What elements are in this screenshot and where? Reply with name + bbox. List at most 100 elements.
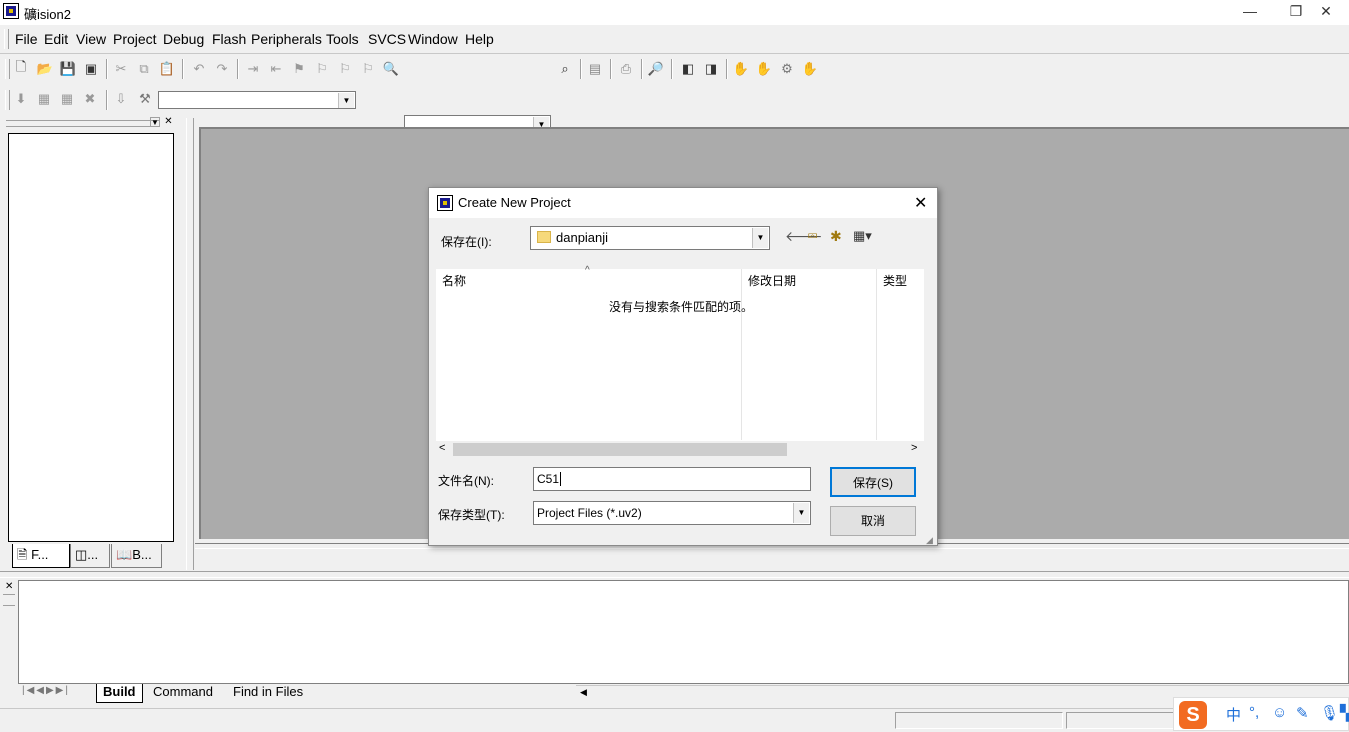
tab-scroll-arrows[interactable]: |◀◀▶▶| bbox=[22, 685, 92, 701]
menu-peripherals[interactable]: Peripherals bbox=[251, 31, 322, 47]
tab-books[interactable]: 📖B... bbox=[111, 544, 162, 568]
panel-menu-icon[interactable]: ▼ bbox=[150, 117, 160, 127]
menu-debug[interactable]: Debug bbox=[163, 31, 204, 47]
indent-icon[interactable]: ⇥ bbox=[243, 59, 263, 79]
bookmark-next-icon[interactable]: ⚐ bbox=[335, 59, 355, 79]
scrollbar-thumb[interactable] bbox=[453, 443, 787, 456]
chevron-down-icon[interactable]: ▼ bbox=[752, 228, 768, 248]
tab-files[interactable]: 🗎 F... bbox=[12, 544, 70, 568]
minimize-button[interactable]: — bbox=[1227, 0, 1273, 25]
load-icon[interactable]: ⇩ bbox=[111, 89, 131, 109]
resize-grip-icon[interactable]: ◢ bbox=[926, 535, 933, 546]
tab-regs[interactable]: ◫... bbox=[70, 544, 110, 568]
stop-build-icon[interactable]: ✖ bbox=[80, 89, 100, 109]
menu-flash[interactable]: Flash bbox=[212, 31, 246, 47]
scroll-left-icon[interactable]: ◀ bbox=[580, 687, 587, 698]
cut-icon[interactable]: ✂ bbox=[111, 59, 131, 79]
horizontal-splitter[interactable] bbox=[0, 571, 1349, 578]
voice-input-icon[interactable]: 🎙 bbox=[1320, 704, 1339, 722]
menu-grip[interactable] bbox=[4, 29, 9, 49]
output-grip[interactable] bbox=[3, 594, 15, 606]
menu-view[interactable]: View bbox=[76, 31, 106, 47]
stop-hand-icon[interactable]: ✋ bbox=[754, 59, 774, 79]
tab-command[interactable]: Command bbox=[145, 684, 221, 702]
new-file-icon[interactable]: 🗋 bbox=[11, 59, 31, 79]
folder-icon bbox=[537, 231, 551, 243]
save-icon[interactable]: 💾 bbox=[58, 59, 78, 79]
menu-edit[interactable]: Edit bbox=[44, 31, 68, 47]
paste-icon[interactable]: 📋 bbox=[157, 59, 177, 79]
incremental-find-icon[interactable]: ▤ bbox=[585, 59, 605, 79]
output-window-icon[interactable]: ◨ bbox=[701, 59, 721, 79]
bookmark-prev-icon[interactable]: ⚐ bbox=[312, 59, 332, 79]
sogou-logo-icon[interactable]: S bbox=[1179, 701, 1207, 729]
dialog-close-icon[interactable]: ✕ bbox=[914, 193, 927, 213]
copy-icon[interactable]: ⧉ bbox=[134, 59, 154, 79]
redo-icon[interactable]: ↷ bbox=[212, 59, 232, 79]
scroll-left-icon[interactable]: < bbox=[439, 442, 445, 454]
file-icon: 🗎 bbox=[17, 547, 28, 562]
panel-close-icon[interactable]: ✕ bbox=[163, 117, 174, 128]
menu-tools[interactable]: Tools bbox=[326, 31, 359, 47]
config-hand-icon[interactable]: ⚙ bbox=[777, 59, 797, 79]
hand-icon[interactable]: ✋ bbox=[731, 59, 751, 79]
tab-find-in-files[interactable]: Find in Files bbox=[225, 684, 311, 702]
emoji-icon[interactable]: ☺ bbox=[1272, 704, 1287, 721]
bookmark-clear-icon[interactable]: ⚐ bbox=[358, 59, 378, 79]
cancel-button[interactable]: 取消 bbox=[830, 506, 916, 536]
hand-tool-icon[interactable]: ✋ bbox=[800, 59, 820, 79]
chevron-down-icon[interactable]: ▼ bbox=[338, 93, 354, 108]
output-close-icon[interactable]: ✕ bbox=[5, 581, 13, 592]
column-divider bbox=[741, 269, 742, 440]
separator bbox=[237, 59, 239, 79]
menu-project[interactable]: Project bbox=[113, 31, 157, 47]
panel-drag-handle[interactable] bbox=[6, 120, 159, 127]
target-combo[interactable]: ▼ bbox=[158, 91, 356, 109]
unindent-icon[interactable]: ⇤ bbox=[266, 59, 286, 79]
status-panel bbox=[895, 712, 1063, 729]
up-folder-icon[interactable]: ⮹ bbox=[807, 228, 818, 245]
tab-build[interactable]: Build bbox=[96, 684, 143, 703]
output-text-area[interactable] bbox=[18, 580, 1349, 684]
menu-svcs[interactable]: SVCS bbox=[368, 31, 406, 47]
view-menu-icon[interactable]: ▦▾ bbox=[853, 228, 872, 244]
toolbar-grip[interactable] bbox=[5, 90, 10, 110]
column-header-type[interactable]: 类型 bbox=[877, 269, 924, 293]
save-all-icon[interactable]: ▣ bbox=[81, 59, 101, 79]
save-in-combo[interactable]: danpianji ▼ bbox=[530, 226, 770, 250]
file-list[interactable]: 名称 ^ 修改日期 类型 没有与搜索条件匹配的项。 bbox=[436, 265, 924, 442]
toolbar-grip[interactable] bbox=[5, 59, 10, 79]
chevron-down-icon[interactable]: ▼ bbox=[793, 503, 809, 523]
handwriting-icon[interactable]: ✎ bbox=[1296, 704, 1309, 722]
ime-language-toggle[interactable]: 中 bbox=[1226, 704, 1241, 725]
translate-icon[interactable]: ⬇ bbox=[11, 89, 31, 109]
undo-icon[interactable]: ↶ bbox=[189, 59, 209, 79]
dialog-title-bar[interactable]: Create New Project ✕ bbox=[429, 188, 937, 218]
vertical-splitter[interactable] bbox=[186, 118, 194, 570]
app-icon[interactable] bbox=[3, 3, 19, 19]
binoculars-icon[interactable]: ⌕ bbox=[555, 59, 575, 79]
save-button[interactable]: 保存(S) bbox=[830, 467, 916, 497]
bookmark-toggle-icon[interactable]: ⚑ bbox=[289, 59, 309, 79]
filename-input[interactable]: C51 bbox=[533, 467, 811, 491]
find-in-files-icon[interactable]: 🔍 bbox=[381, 59, 401, 79]
build-target-icon[interactable]: ▦ bbox=[34, 89, 54, 109]
ime-punctuation-toggle[interactable]: °, bbox=[1249, 704, 1259, 721]
print-icon[interactable]: ⎙ bbox=[616, 59, 636, 79]
project-tree[interactable] bbox=[8, 133, 174, 542]
new-folder-icon[interactable]: ✱ bbox=[830, 228, 842, 245]
target-options-icon[interactable]: ⚒ bbox=[135, 89, 155, 109]
filetype-combo[interactable]: Project Files (*.uv2) ▼ bbox=[533, 501, 811, 525]
workspace-window-icon[interactable]: ◧ bbox=[678, 59, 698, 79]
scroll-right-icon[interactable]: > bbox=[911, 442, 917, 454]
rebuild-all-icon[interactable]: ▦ bbox=[57, 89, 77, 109]
open-folder-icon[interactable]: 📂 bbox=[35, 59, 55, 79]
ime-menu-icon[interactable]: ▚ bbox=[1340, 704, 1349, 722]
column-header-date[interactable]: 修改日期 bbox=[742, 269, 876, 293]
zoom-icon[interactable]: 🔎 bbox=[646, 59, 666, 79]
horizontal-scrollbar[interactable]: < > bbox=[436, 441, 924, 458]
menu-help[interactable]: Help bbox=[465, 31, 494, 47]
menu-window[interactable]: Window bbox=[408, 31, 458, 47]
menu-file[interactable]: File bbox=[15, 31, 38, 47]
close-button[interactable]: ✕ bbox=[1303, 0, 1349, 25]
